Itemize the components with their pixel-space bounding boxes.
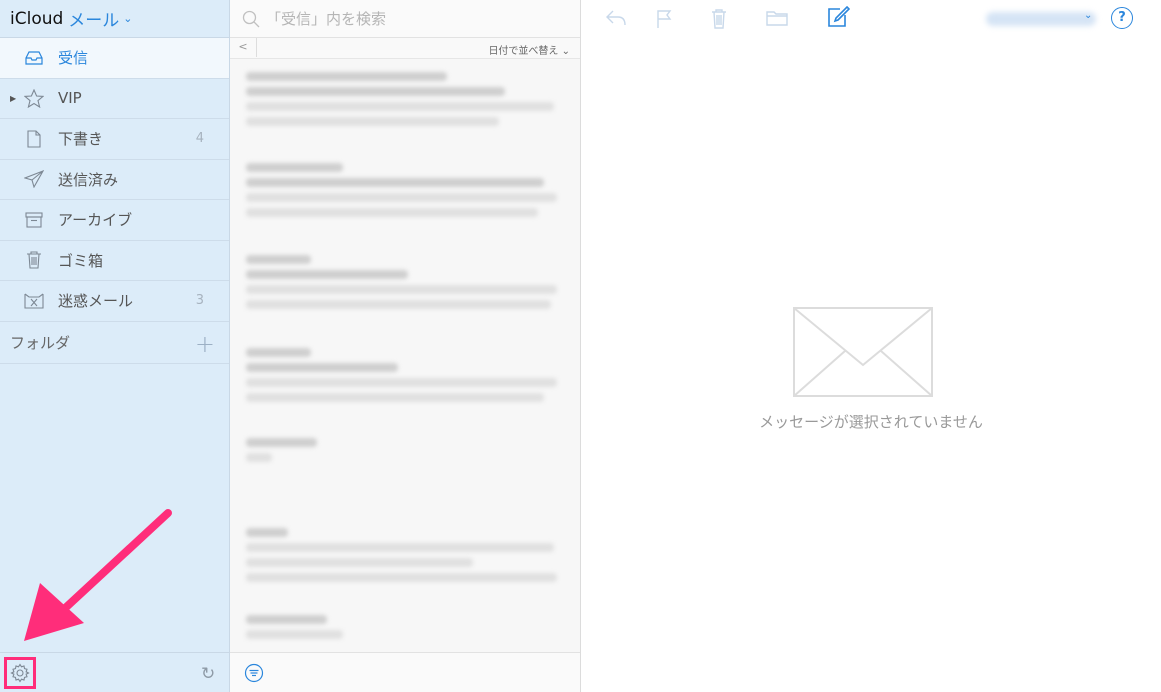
junk-icon	[24, 291, 44, 311]
folders-label: フォルダ	[10, 333, 71, 352]
mailbox-count: 4	[195, 131, 204, 147]
mailbox-vip[interactable]: ▶ VIP	[0, 79, 229, 119]
sidebar-footer: ↻	[0, 652, 229, 692]
brand-label: iCloud	[10, 8, 64, 29]
sent-icon	[24, 169, 44, 189]
mailbox-trash[interactable]: ゴミ箱	[0, 241, 229, 281]
annotation-arrow	[24, 509, 172, 641]
trash-icon[interactable]	[711, 9, 727, 29]
list-item[interactable]	[246, 348, 570, 408]
toolbar: ⌄ ?	[581, 0, 1161, 38]
envelope-icon	[793, 307, 933, 397]
compose-icon[interactable]	[826, 5, 850, 29]
mailbox-drafts[interactable]: 下書き 4	[0, 119, 229, 160]
list-item[interactable]	[246, 72, 570, 132]
mailbox-inbox[interactable]: 受信	[0, 38, 229, 79]
reading-pane: ⌄ ? メッセージが選択されていません	[581, 0, 1161, 692]
filter-icon[interactable]	[244, 663, 264, 683]
mailbox-count: 3	[195, 293, 204, 309]
app-header[interactable]: iCloud メール ⌄	[0, 0, 229, 38]
chevron-down-icon[interactable]: ⌄	[123, 12, 132, 25]
search-icon	[242, 10, 260, 27]
list-item[interactable]	[246, 255, 570, 315]
mailbox-label: VIP	[58, 89, 82, 108]
list-footer	[230, 652, 580, 692]
sort-label: 日付で並べ替え	[488, 46, 559, 57]
settings-gear-icon[interactable]	[4, 657, 36, 689]
mailbox-label: 受信	[58, 49, 89, 68]
refresh-icon[interactable]: ↻	[201, 664, 215, 684]
mailbox-junk[interactable]: 迷惑メール 3	[0, 281, 229, 322]
search-bar[interactable]: 「受信」内を検索	[230, 0, 580, 38]
list-item[interactable]	[246, 163, 570, 223]
sort-menu[interactable]: 日付で並べ替え ⌄	[488, 42, 570, 57]
list-item[interactable]	[246, 438, 570, 468]
search-input[interactable]: 「受信」内を検索	[266, 8, 386, 29]
help-icon[interactable]: ?	[1111, 7, 1133, 29]
reply-icon[interactable]	[605, 9, 627, 27]
mailbox-label: アーカイブ	[58, 211, 133, 230]
sort-bar: < 日付で並べ替え ⌄	[230, 38, 580, 59]
mailbox-label: ゴミ箱	[58, 251, 104, 270]
list-item[interactable]	[246, 528, 570, 588]
mailbox-label: 迷惑メール	[58, 292, 134, 311]
inbox-icon	[24, 48, 44, 68]
add-folder-icon[interactable]: +	[195, 330, 215, 358]
mailbox-archive[interactable]: アーカイブ	[0, 200, 229, 241]
draft-icon	[24, 129, 44, 149]
trash-icon	[24, 250, 44, 270]
collapse-chevron-icon[interactable]: <	[230, 38, 257, 57]
app-switcher-label[interactable]: メール	[68, 6, 119, 31]
disclosure-triangle-icon[interactable]: ▶	[10, 94, 16, 103]
star-icon	[24, 88, 44, 108]
mailbox-label: 送信済み	[58, 170, 119, 189]
empty-state-text: メッセージが選択されていません	[759, 413, 983, 431]
flag-icon[interactable]	[656, 9, 672, 29]
chevron-down-icon[interactable]: ⌄	[1084, 10, 1092, 21]
mailbox-sent[interactable]: 送信済み	[0, 160, 229, 200]
folder-icon[interactable]	[766, 9, 788, 27]
mailbox-label: 下書き	[58, 130, 104, 149]
message-list: 「受信」内を検索 < 日付で並べ替え ⌄	[230, 0, 581, 692]
account-menu[interactable]	[986, 12, 1096, 26]
archive-icon	[24, 210, 44, 230]
list-item[interactable]	[246, 615, 570, 645]
folders-section: フォルダ +	[0, 322, 229, 364]
